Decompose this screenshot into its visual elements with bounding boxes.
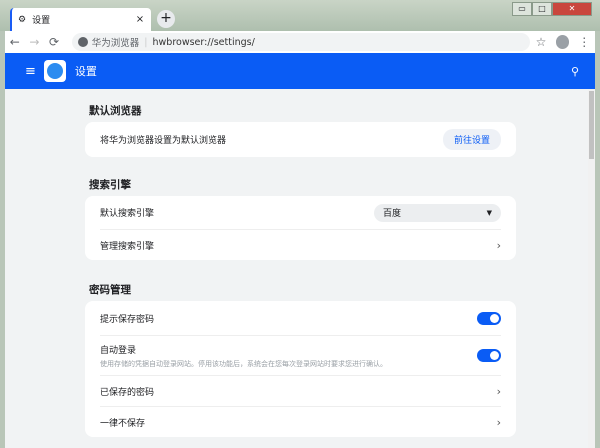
section-title: 默认浏览器 — [89, 105, 142, 117]
avatar[interactable] — [555, 35, 570, 49]
page-title: 设置 — [74, 65, 97, 78]
address-bar[interactable]: 华为浏览器 | hwbrowser://settings/ — [71, 33, 531, 51]
minimize-button[interactable]: ▭ — [512, 2, 532, 16]
row-label: 将华为浏览器设置为默认浏览器 — [100, 136, 227, 146]
section-search-engine: 搜索引擎 默认搜索引擎 百度 ▼ 管理搜索引擎 › — [85, 178, 516, 260]
tab-settings[interactable]: ⚙ 设置 × — [10, 8, 151, 31]
saved-passwords-row[interactable]: 已保存的密码 › — [100, 375, 501, 406]
auto-signin-row: 自动登录 使用存储的凭据自动登录网站。停用该功能后，系统会在您每次登录网站时要求… — [100, 335, 501, 375]
scrollbar[interactable] — [588, 89, 595, 448]
reload-icon[interactable]: ⟳ — [44, 35, 64, 49]
title-bar: ⚙ 设置 × + ▭ □ ✕ — [0, 0, 600, 31]
row-label: 提示保存密码 — [100, 314, 155, 325]
section-title: 密码管理 — [89, 284, 131, 296]
new-tab-button[interactable]: + — [157, 10, 175, 28]
offer-save-toggle[interactable] — [477, 311, 501, 325]
more-menu-icon[interactable]: ⋮ — [573, 35, 595, 49]
close-window-button[interactable]: ✕ — [552, 2, 592, 16]
maximize-button[interactable]: □ — [532, 2, 552, 16]
chevron-right-icon: › — [496, 415, 501, 429]
section-title: 搜索引擎 — [89, 179, 131, 191]
close-tab-icon[interactable]: × — [133, 14, 147, 25]
row-label: 已保存的密码 — [100, 387, 155, 398]
chevron-right-icon: › — [496, 384, 501, 398]
dropdown-arrow-icon: ▼ — [486, 208, 492, 217]
auto-signin-toggle[interactable] — [477, 349, 501, 362]
row-label: 一律不保存 — [100, 418, 146, 429]
site-name: 华为浏览器 — [91, 38, 140, 49]
browser-toolbar: ← → ⟳ 华为浏览器 | hwbrowser://settings/ ☆ ⋮ — [5, 31, 595, 53]
separator: | — [144, 36, 148, 48]
section-password: 密码管理 提示保存密码 自动登录 使用存储的凭据自动登录网站。停用该功能后，系统… — [85, 283, 516, 437]
manage-search-row[interactable]: 管理搜索引擎 › — [100, 229, 501, 260]
chevron-right-icon: › — [496, 238, 501, 252]
search-engine-select[interactable]: 百度 ▼ — [374, 203, 501, 222]
tab-title: 设置 — [32, 16, 51, 26]
browser-logo — [43, 60, 66, 82]
url-text[interactable]: hwbrowser://settings/ — [153, 37, 255, 48]
star-icon[interactable]: ☆ — [530, 35, 552, 49]
row-label: 默认搜索引擎 — [100, 209, 155, 219]
default-search-row: 默认搜索引擎 百度 ▼ — [100, 196, 501, 229]
row-description: 使用存储的凭据自动登录网站。停用该功能后，系统会在您每次登录网站时要求您进行确认… — [100, 359, 387, 368]
forward-icon[interactable]: → — [25, 35, 45, 49]
settings-header: ≡ 设置 ⚲ — [5, 53, 595, 89]
row-label: 自动登录 — [100, 345, 137, 356]
gear-icon: ⚙ — [18, 14, 27, 25]
site-icon — [77, 37, 88, 47]
select-value: 百度 — [383, 209, 402, 219]
hamburger-icon[interactable]: ≡ — [25, 64, 36, 79]
scrollbar-thumb[interactable] — [589, 91, 594, 159]
never-saved-row[interactable]: 一律不保存 › — [100, 406, 501, 437]
section-default-browser: 默认浏览器 将华为浏览器设置为默认浏览器 前往设置 — [85, 104, 516, 157]
settings-content: 默认浏览器 将华为浏览器设置为默认浏览器 前往设置 搜索引擎 默认搜索引擎 百度… — [5, 89, 595, 448]
row-label: 管理搜索引擎 — [100, 241, 155, 252]
set-default-row: 将华为浏览器设置为默认浏览器 前往设置 — [100, 122, 501, 157]
go-to-settings-button[interactable]: 前往设置 — [442, 129, 501, 150]
back-icon[interactable]: ← — [5, 35, 25, 49]
search-icon[interactable]: ⚲ — [571, 65, 579, 78]
offer-save-password-row: 提示保存密码 — [100, 301, 501, 335]
